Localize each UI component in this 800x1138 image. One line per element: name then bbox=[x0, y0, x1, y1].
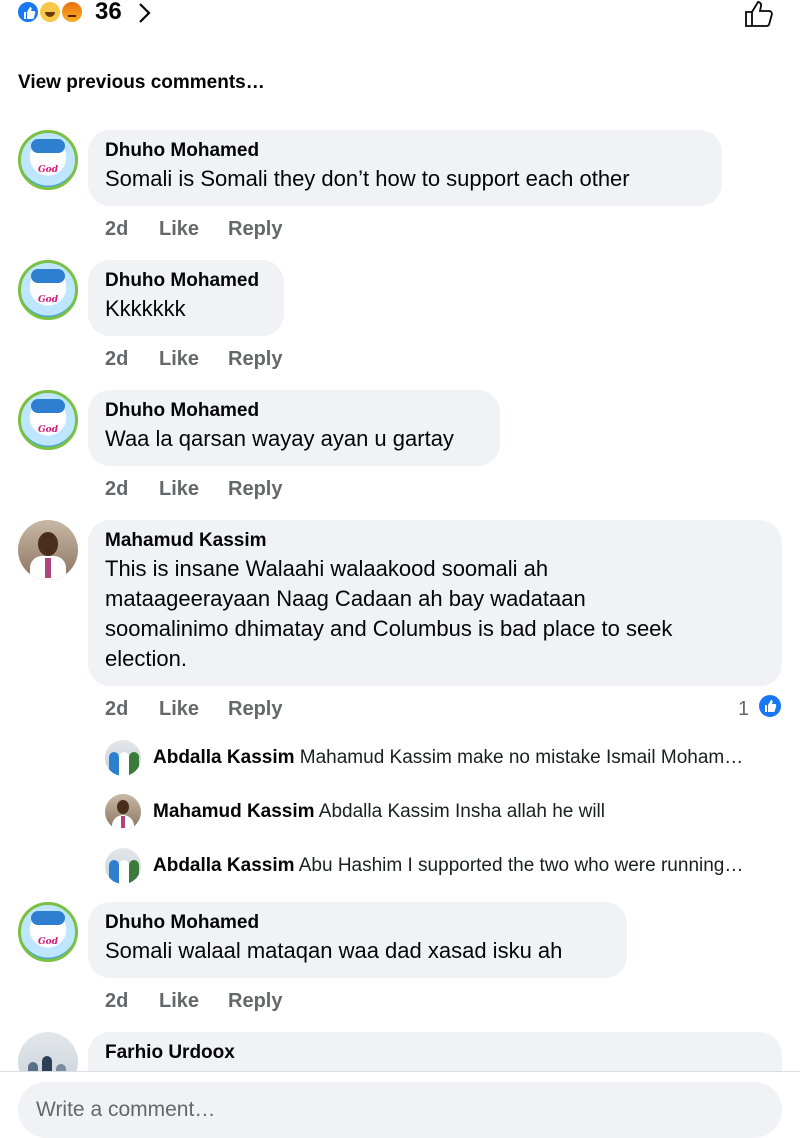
comment-bubble: Mahamud Kassim This is insane Walaahi wa… bbox=[88, 520, 782, 686]
reaction-count[interactable]: 36 bbox=[95, 0, 122, 26]
like-icon bbox=[16, 0, 40, 24]
reaction-summary[interactable] bbox=[16, 0, 96, 26]
reply-item[interactable]: Mahamud Kassim Abdalla Kassim Insha alla… bbox=[105, 794, 785, 830]
reply-author[interactable]: Abdalla Kassim bbox=[153, 855, 295, 876]
comment-text: Somali walaal mataqan waa dad xasad isku… bbox=[105, 938, 563, 963]
comment-bubble: Dhuho Mohamed Kkkkkkk bbox=[88, 260, 284, 336]
avatar[interactable]: God bbox=[18, 260, 78, 320]
reaction-summary-bar: 36 bbox=[0, 0, 800, 32]
reply-avatar[interactable] bbox=[105, 794, 141, 830]
reply-author[interactable]: Abdalla Kassim bbox=[153, 747, 295, 768]
comment-bubble: Dhuho Mohamed Somali is Somali they don’… bbox=[88, 130, 722, 206]
comment-author[interactable]: Dhuho Mohamed bbox=[105, 140, 705, 162]
comment-bubble: Dhuho Mohamed Somali walaal mataqan waa … bbox=[88, 902, 627, 978]
angry-icon bbox=[60, 0, 84, 24]
comment-text: Kkkkkkk bbox=[105, 296, 186, 321]
reply-line: Abdalla Kassim Abu Hashim I supported th… bbox=[153, 854, 743, 878]
like-icon[interactable] bbox=[757, 693, 783, 719]
reply-button[interactable]: Reply bbox=[228, 477, 282, 501]
avatar[interactable]: God bbox=[18, 902, 78, 962]
like-button[interactable]: Like bbox=[159, 697, 199, 721]
reply-text: Abdalla Kassim Insha allah he will bbox=[318, 801, 605, 822]
like-button[interactable]: Like bbox=[159, 477, 199, 501]
reply-button[interactable]: Reply bbox=[228, 347, 282, 371]
comment-reaction-count[interactable]: 1 bbox=[738, 697, 749, 721]
comment-author[interactable]: Farhio Urdoox bbox=[105, 1042, 765, 1064]
comment-timestamp[interactable]: 2d bbox=[105, 989, 128, 1013]
comment-text: Somali is Somali they don’t how to suppo… bbox=[105, 166, 630, 191]
comment-timestamp[interactable]: 2d bbox=[105, 477, 128, 501]
comment-bubble: Dhuho Mohamed Waa la qarsan wayay ayan u… bbox=[88, 390, 500, 466]
view-previous-comments-link[interactable]: View previous comments… bbox=[18, 71, 265, 95]
comment-timestamp[interactable]: 2d bbox=[105, 697, 128, 721]
reply-button[interactable]: Reply bbox=[228, 217, 282, 241]
reply-text: Abu Hashim I supported the two who were … bbox=[298, 855, 744, 876]
like-button[interactable]: Like bbox=[159, 217, 199, 241]
avatar[interactable]: God bbox=[18, 390, 78, 450]
reply-item[interactable]: Abdalla Kassim Abu Hashim I supported th… bbox=[105, 848, 785, 884]
comment-input[interactable]: Write a comment… bbox=[18, 1082, 782, 1138]
comment-text: Waa la qarsan wayay ayan u gartay bbox=[105, 426, 454, 451]
reply-line: Abdalla Kassim Mahamud Kassim make no mi… bbox=[153, 746, 743, 770]
reply-item[interactable]: Abdalla Kassim Mahamud Kassim make no mi… bbox=[105, 740, 785, 776]
haha-icon bbox=[38, 0, 62, 24]
reply-button[interactable]: Reply bbox=[228, 697, 282, 721]
reply-avatar[interactable] bbox=[105, 740, 141, 776]
comment-author[interactable]: Dhuho Mohamed bbox=[105, 912, 610, 934]
reply-author[interactable]: Mahamud Kassim bbox=[153, 801, 315, 822]
comment-timestamp[interactable]: 2d bbox=[105, 347, 128, 371]
reply-line: Mahamud Kassim Abdalla Kassim Insha alla… bbox=[153, 800, 605, 824]
avatar[interactable] bbox=[18, 520, 78, 580]
like-button[interactable]: Like bbox=[159, 347, 199, 371]
reply-button[interactable]: Reply bbox=[228, 989, 282, 1013]
comment-author[interactable]: Mahamud Kassim bbox=[105, 530, 765, 552]
reply-text: Mahamud Kassim make no mistake Ismail Mo… bbox=[299, 747, 744, 768]
chevron-right-icon[interactable] bbox=[137, 2, 153, 24]
comment-text: This is insane Walaahi walaakood soomali… bbox=[105, 556, 673, 671]
comment-composer-bar: Write a comment… bbox=[0, 1071, 800, 1138]
avatar[interactable]: God bbox=[18, 130, 78, 190]
comment-author[interactable]: Dhuho Mohamed bbox=[105, 400, 483, 422]
reply-avatar[interactable] bbox=[105, 848, 141, 884]
like-button[interactable]: Like bbox=[159, 989, 199, 1013]
comment-author[interactable]: Dhuho Mohamed bbox=[105, 270, 267, 292]
like-outline-icon[interactable] bbox=[744, 0, 776, 28]
comment-timestamp[interactable]: 2d bbox=[105, 217, 128, 241]
